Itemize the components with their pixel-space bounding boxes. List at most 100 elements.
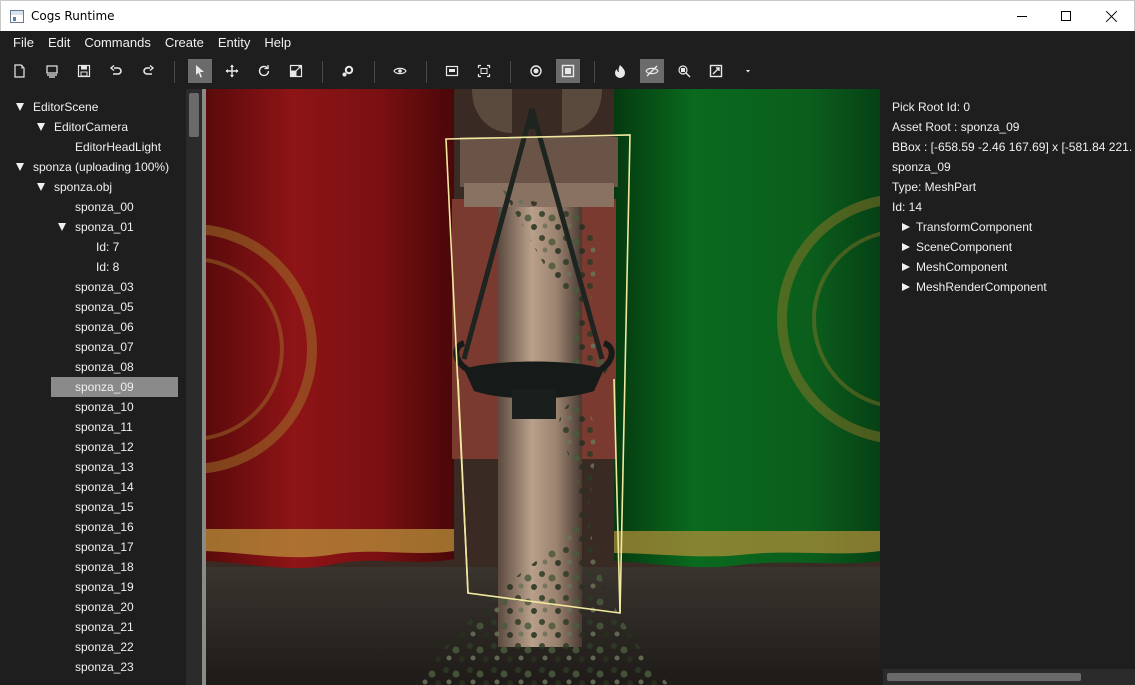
pick-button[interactable] xyxy=(672,59,696,83)
tree-item-label: sponza_21 xyxy=(75,620,134,634)
tree-item-label: sponza_23 xyxy=(75,660,134,674)
tree-item[interactable]: sponza_07 xyxy=(0,337,186,357)
fire-icon xyxy=(615,65,625,78)
new-scene-button[interactable] xyxy=(8,59,32,83)
tree-item-label: sponza_15 xyxy=(75,500,134,514)
tree-item[interactable]: sponza_14 xyxy=(0,477,186,497)
tree-item[interactable]: sponza_23 xyxy=(0,657,186,677)
tree-item[interactable]: sponza_03 xyxy=(0,277,186,297)
tree-item[interactable]: sponza_01 xyxy=(0,217,186,237)
tree-item[interactable]: sponza_12 xyxy=(0,437,186,457)
component-label: MeshRenderComponent xyxy=(916,280,1047,294)
tree-item[interactable]: sponza_22 xyxy=(0,637,186,657)
load-button[interactable] xyxy=(40,59,64,83)
hide-button[interactable] xyxy=(640,59,664,83)
capture-button[interactable] xyxy=(704,59,728,83)
tree-item-label: Id: 7 xyxy=(96,240,120,254)
tree-item[interactable]: EditorHeadLight xyxy=(0,137,186,157)
frame-icon xyxy=(445,65,459,77)
component-transform[interactable]: TransformComponent xyxy=(901,217,1032,237)
tree-item[interactable]: sponza_08 xyxy=(0,357,186,377)
menu-edit[interactable]: Edit xyxy=(41,31,77,55)
tree-item[interactable]: sponza_16 xyxy=(0,517,186,537)
tree-item[interactable]: Id: 8 xyxy=(0,257,186,277)
maximize-button[interactable] xyxy=(1043,1,1089,31)
tree-item[interactable]: sponza_18 xyxy=(0,557,186,577)
tree-item[interactable]: sponza_10 xyxy=(0,397,186,417)
box-icon xyxy=(561,64,575,78)
redo-button[interactable] xyxy=(136,59,160,83)
entity-type-label: Type: MeshPart xyxy=(892,180,977,194)
tree-item[interactable]: EditorScene xyxy=(0,97,186,117)
redo-icon xyxy=(143,64,155,75)
properties-hscrollbar[interactable] xyxy=(883,669,1135,685)
menu-entity[interactable]: Entity xyxy=(211,31,258,55)
tree-item[interactable]: sponza_15 xyxy=(0,497,186,517)
tree-item[interactable]: EditorCamera xyxy=(0,117,186,137)
minimize-button[interactable] xyxy=(999,1,1045,31)
dropdown-icon xyxy=(746,70,750,73)
tree-item-label: sponza_07 xyxy=(75,340,134,354)
frame-all-button[interactable] xyxy=(472,59,496,83)
tree-item[interactable]: sponza_21 xyxy=(0,617,186,637)
tree-item-label: sponza (uploading 100%) xyxy=(33,160,170,174)
tree-item[interactable]: sponza_17 xyxy=(0,537,186,557)
eye-icon xyxy=(393,67,407,75)
tree-item[interactable]: sponza.obj xyxy=(0,177,186,197)
asset-root-label: Asset Root : sponza_09 xyxy=(892,120,1020,134)
select-tool-button[interactable] xyxy=(188,59,212,83)
menu-create[interactable]: Create xyxy=(158,31,211,55)
expand-arrow-icon[interactable] xyxy=(58,223,66,231)
component-mesh-render[interactable]: MeshRenderComponent xyxy=(901,277,1047,297)
more-dropdown-button[interactable] xyxy=(736,59,760,83)
scene-tree-panel: EditorScene EditorCamera EditorHeadLight sp… xyxy=(0,89,186,685)
expand-arrow-icon xyxy=(902,243,910,251)
menu-file[interactable]: File xyxy=(6,31,41,55)
tree-item[interactable]: sponza_11 xyxy=(0,417,186,437)
tree-item[interactable]: sponza_00 xyxy=(0,197,186,217)
tree-item[interactable]: sponza_09 xyxy=(51,377,178,397)
viewport-render xyxy=(202,89,880,685)
properties-hscrollbar-thumb[interactable] xyxy=(887,673,1081,681)
undo-button[interactable] xyxy=(104,59,128,83)
close-button[interactable] xyxy=(1089,1,1135,31)
tree-item-label: sponza_18 xyxy=(75,560,134,574)
undo-icon xyxy=(109,64,122,75)
fire-button[interactable] xyxy=(608,59,632,83)
box-mode-button[interactable] xyxy=(556,59,580,83)
tree-item[interactable]: sponza (uploading 100%) xyxy=(0,157,186,177)
tree-item-label: sponza_12 xyxy=(75,440,134,454)
save-icon xyxy=(77,64,91,78)
scale-tool-button[interactable] xyxy=(284,59,308,83)
expand-arrow-icon[interactable] xyxy=(16,163,24,171)
component-mesh[interactable]: MeshComponent xyxy=(901,257,1007,277)
tree-item[interactable]: sponza_05 xyxy=(0,297,186,317)
tree-scrollbar[interactable] xyxy=(186,89,202,685)
frame-selected-button[interactable] xyxy=(440,59,464,83)
move-tool-button[interactable] xyxy=(220,59,244,83)
expand-arrow-icon[interactable] xyxy=(16,103,24,111)
save-button[interactable] xyxy=(72,59,96,83)
tree-item-label: sponza_06 xyxy=(75,320,134,334)
visibility-button[interactable] xyxy=(388,59,412,83)
tree-item[interactable]: sponza_19 xyxy=(0,577,186,597)
menu-help[interactable]: Help xyxy=(257,31,298,55)
expand-arrow-icon[interactable] xyxy=(37,183,45,191)
tree-item[interactable]: Id: 7 xyxy=(0,237,186,257)
component-label: SceneComponent xyxy=(916,240,1013,254)
scene-viewport[interactable] xyxy=(202,89,880,685)
tree-item-label: sponza_05 xyxy=(75,300,134,314)
point-mode-button[interactable] xyxy=(524,59,548,83)
tree-item[interactable]: sponza_06 xyxy=(0,317,186,337)
tree-item[interactable]: sponza_20 xyxy=(0,597,186,617)
expand-arrow-icon[interactable] xyxy=(37,123,45,131)
component-scene[interactable]: SceneComponent xyxy=(901,237,1012,257)
tree-item[interactable]: sponza_13 xyxy=(0,457,186,477)
settings-icon xyxy=(342,65,354,77)
tree-scrollbar-thumb[interactable] xyxy=(189,93,199,137)
menu-commands[interactable]: Commands xyxy=(77,31,157,55)
entity-name-label: sponza_09 xyxy=(892,160,951,174)
expand-arrow-icon xyxy=(902,223,910,231)
settings-button[interactable] xyxy=(336,59,360,83)
rotate-tool-button[interactable] xyxy=(252,59,276,83)
